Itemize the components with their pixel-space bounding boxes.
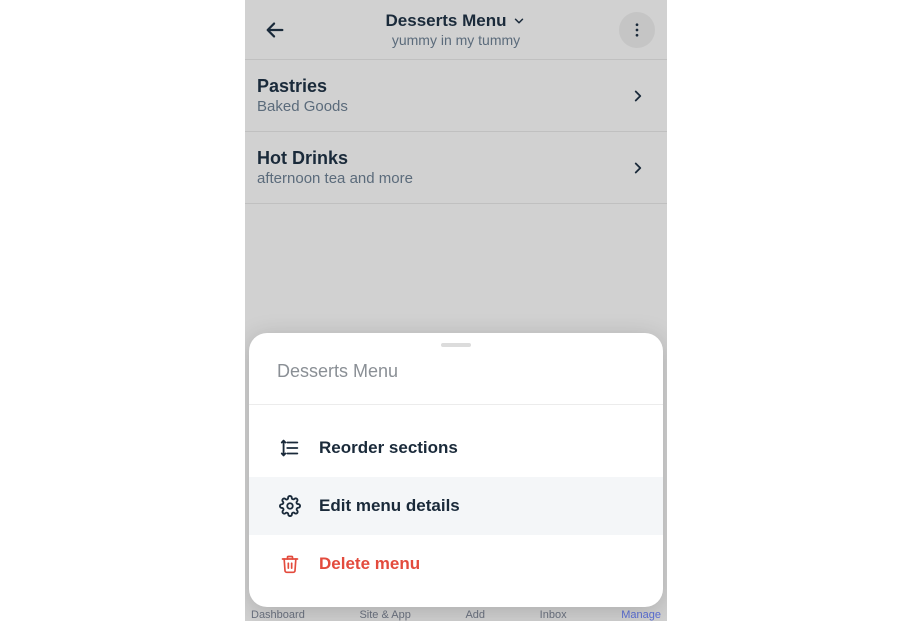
page-subtitle: yummy in my tummy — [386, 32, 527, 48]
section-item-hot-drinks[interactable]: Hot Drinks afternoon tea and more — [245, 132, 667, 204]
gear-icon — [279, 495, 301, 517]
option-label: Delete menu — [319, 554, 420, 574]
chevron-right-icon — [629, 159, 647, 177]
option-edit-menu-details[interactable]: Edit menu details — [249, 477, 663, 535]
chevron-right-icon — [629, 87, 647, 105]
nav-manage[interactable]: Manage — [621, 609, 661, 621]
section-subtitle: Baked Goods — [257, 98, 629, 115]
menu-sections-list: Pastries Baked Goods Hot Drinks afternoo… — [245, 60, 667, 204]
chevron-down-icon — [512, 14, 526, 28]
nav-add[interactable]: Add — [465, 609, 485, 621]
section-title: Hot Drinks — [257, 148, 629, 169]
page-title: Desserts Menu — [386, 11, 507, 31]
header-title-block[interactable]: Desserts Menu yummy in my tummy — [386, 11, 527, 48]
sheet-drag-handle[interactable] — [441, 343, 471, 347]
arrow-left-icon — [264, 19, 286, 41]
nav-site[interactable]: Site & App — [359, 609, 410, 621]
nav-dashboard[interactable]: Dashboard — [251, 609, 305, 621]
header-bar: Desserts Menu yummy in my tummy — [245, 0, 667, 60]
option-reorder-sections[interactable]: Reorder sections — [249, 419, 663, 477]
section-title: Pastries — [257, 76, 629, 97]
section-subtitle: afternoon tea and more — [257, 170, 629, 187]
section-item-pastries[interactable]: Pastries Baked Goods — [245, 60, 667, 132]
option-label: Edit menu details — [319, 496, 460, 516]
option-delete-menu[interactable]: Delete menu — [249, 535, 663, 593]
sheet-title: Desserts Menu — [277, 361, 635, 382]
option-label: Reorder sections — [319, 438, 458, 458]
action-sheet: Desserts Menu Reorder sections — [249, 333, 663, 607]
sheet-header: Desserts Menu — [249, 353, 663, 405]
bottom-nav-partial: Dashboard Site & App Add Inbox Manage — [245, 607, 667, 621]
sheet-options-list: Reorder sections Edit menu details — [249, 405, 663, 607]
trash-icon — [280, 554, 300, 574]
app-screen: Desserts Menu yummy in my tummy Pastries… — [245, 0, 667, 621]
back-button[interactable] — [261, 16, 289, 44]
nav-inbox[interactable]: Inbox — [540, 609, 567, 621]
reorder-icon — [279, 437, 301, 459]
more-vertical-icon — [628, 21, 646, 39]
more-options-button[interactable] — [619, 12, 655, 48]
